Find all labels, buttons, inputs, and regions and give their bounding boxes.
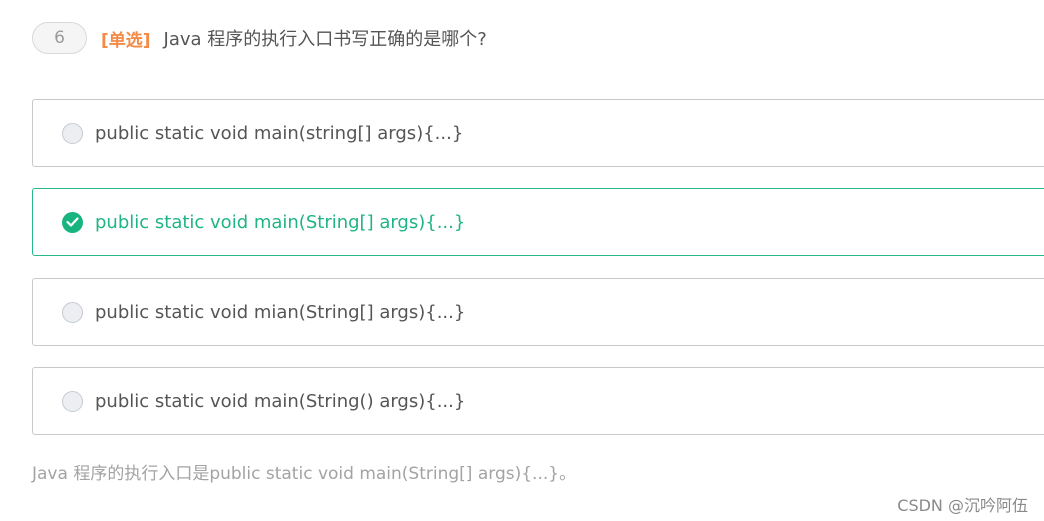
watermark: CSDN @沉吟阿伍 <box>897 496 1028 515</box>
quiz-page: 6 [单选] Java 程序的执行入口书写正确的是哪个? public stat… <box>0 0 1044 521</box>
option-a[interactable]: public static void main(string[] args){.… <box>32 99 1044 167</box>
option-d[interactable]: public static void main(String() args){.… <box>32 367 1044 435</box>
check-circle-icon[interactable] <box>62 211 83 233</box>
option-label: public static void main(String[] args){.… <box>95 211 466 233</box>
option-label: public static void mian(String[] args){.… <box>95 301 466 323</box>
option-c[interactable]: public static void mian(String[] args){.… <box>32 278 1044 346</box>
radio-empty-icon[interactable] <box>62 390 83 412</box>
option-label: public static void main(String() args){.… <box>95 390 466 412</box>
radio-empty-icon[interactable] <box>62 301 83 323</box>
option-b[interactable]: public static void main(String[] args){.… <box>32 188 1044 256</box>
question-text: Java 程序的执行入口书写正确的是哪个? <box>163 29 487 50</box>
question-number-badge: 6 <box>32 22 87 54</box>
radio-empty-icon[interactable] <box>62 122 83 144</box>
question-header: 6 [单选] Java 程序的执行入口书写正确的是哪个? <box>32 22 487 54</box>
option-label: public static void main(string[] args){.… <box>95 122 464 144</box>
answer-analysis: Java 程序的执行入口是public static void main(Str… <box>32 464 577 484</box>
question-type-label: [单选] <box>101 30 151 51</box>
